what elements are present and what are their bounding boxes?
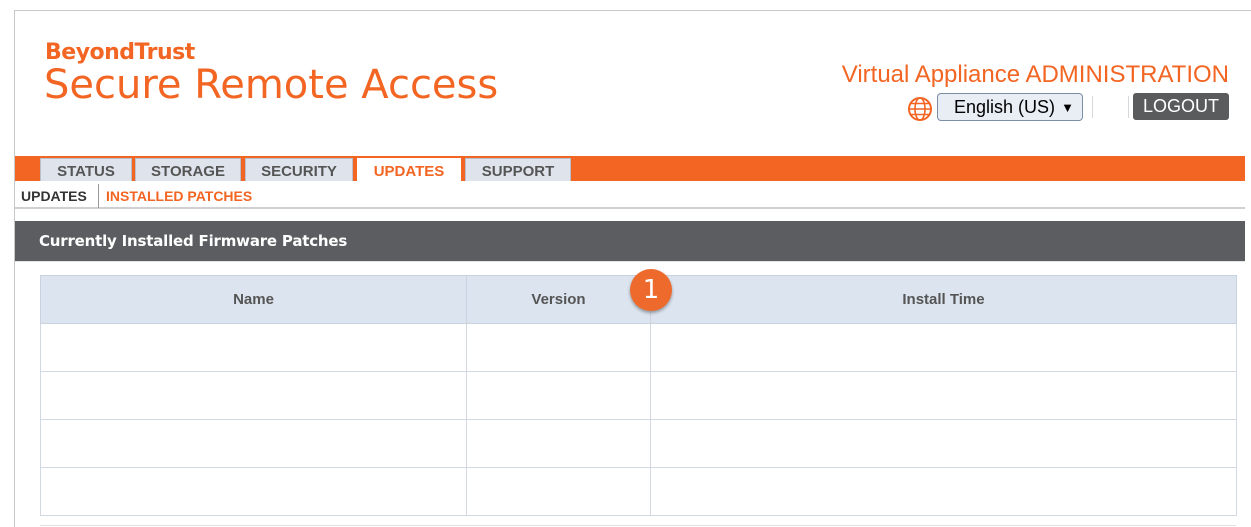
subnav-divider [98,184,99,208]
cell-name [40,371,467,420]
panel-divider [15,261,1245,262]
patches-table: Name Version Install Time [40,275,1237,516]
tab-support[interactable]: SUPPORT [465,158,571,181]
table-row [40,371,1237,420]
language-select[interactable]: English (US) ▼ [937,93,1083,121]
appliance-title: Virtual Appliance ADMINISTRATION [841,61,1229,88]
subnav-installed-patches[interactable]: INSTALLED PATCHES [106,188,252,204]
callout-badge: 1 [630,269,672,311]
tab-storage[interactable]: STORAGE [135,158,241,181]
cell-version [466,419,651,468]
product-name: Secure Remote Access [44,62,499,108]
column-header-install-time[interactable]: Install Time [650,275,1237,324]
language-select-value: English (US) [954,96,1056,117]
header-divider [1092,96,1093,118]
column-header-name[interactable]: Name [40,275,467,324]
table-bottom-divider [40,525,1236,526]
tab-status[interactable]: STATUS [40,158,132,181]
tab-updates[interactable]: UPDATES [357,158,461,181]
cell-install-time [650,419,1237,468]
cell-version [466,467,651,516]
cell-install-time [650,323,1237,372]
table-row [40,419,1237,468]
panel-title: Currently Installed Firmware Patches [15,221,1245,261]
globe-icon [908,97,932,121]
cell-name [40,419,467,468]
cell-name [40,467,467,516]
cell-install-time [650,371,1237,420]
cell-version [466,371,651,420]
cell-name [40,323,467,372]
table-row [40,467,1237,516]
tab-security[interactable]: SECURITY [245,158,353,181]
cell-version [466,323,651,372]
cell-install-time [650,467,1237,516]
logout-button[interactable]: LOGOUT [1133,93,1229,120]
table-row [40,323,1237,372]
subnav-updates[interactable]: UPDATES [21,188,87,204]
column-header-version[interactable]: Version [466,275,651,324]
chevron-down-icon: ▼ [1061,100,1074,115]
header-divider [1128,96,1129,118]
